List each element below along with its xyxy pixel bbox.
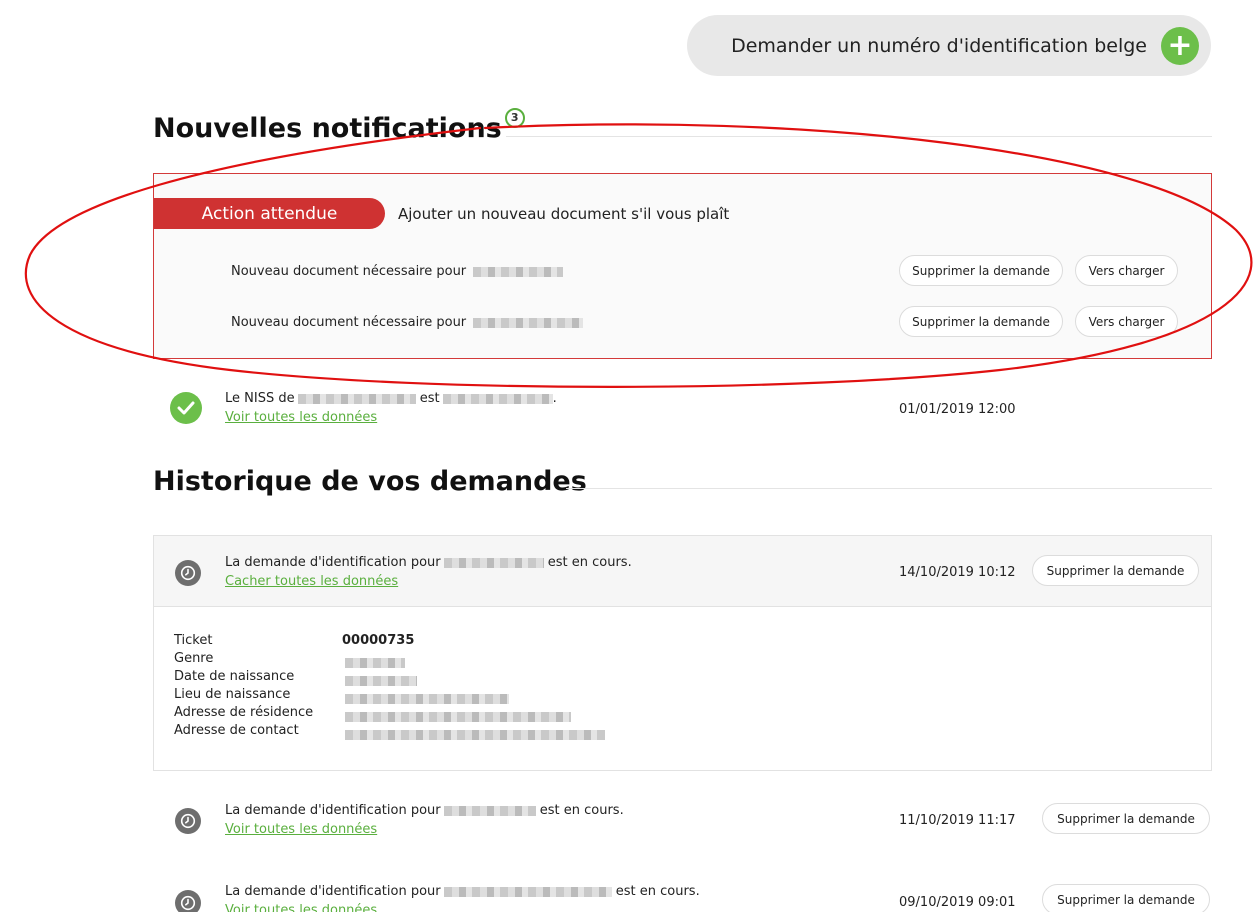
history-item-text: La demande d'identification pour est en … (225, 555, 632, 570)
history-item-suffix: est en cours. (615, 884, 700, 899)
niss-suffix: . (552, 391, 557, 406)
delete-request-button[interactable]: Supprimer la demande (1042, 803, 1210, 834)
clock-icon (175, 890, 201, 912)
upload-button[interactable]: Vers charger (1075, 306, 1178, 337)
delete-request-button[interactable]: Supprimer la demande (1032, 555, 1199, 586)
clock-icon (175, 560, 201, 586)
delete-request-button[interactable]: Supprimer la demande (899, 255, 1063, 286)
notifications-count-badge: 3 (504, 107, 525, 128)
history-item-date: 09/10/2019 09:01 (899, 895, 1016, 910)
redacted-name (443, 557, 544, 568)
clock-icon (175, 808, 201, 834)
redacted-name (443, 886, 612, 897)
view-all-data-link[interactable]: Voir toutes les données (225, 822, 377, 837)
plus-circle-icon: + (1161, 26, 1199, 65)
history-item-prefix: La demande d'identification pour (225, 555, 441, 570)
document-needed-row: Nouveau document nécessaire pour Supprim… (154, 306, 1211, 338)
delete-request-button[interactable]: Supprimer la demande (899, 306, 1063, 337)
ticket-label: Ticket (174, 633, 213, 648)
history-item-suffix: est en cours. (547, 555, 632, 570)
niss-notification-text: Le NISS de est. (225, 391, 557, 406)
document-needed-text: Nouveau document nécessaire pour (231, 264, 564, 279)
redacted-residence (345, 711, 571, 722)
birth-place-value (342, 691, 509, 706)
notifications-title-wrap: Nouvelles notifications 3 (153, 107, 525, 144)
notifications-title: Nouvelles notifications (153, 113, 502, 144)
history-item-text: La demande d'identification pour est en … (225, 803, 624, 818)
history-item-text: La demande d'identification pour est en … (225, 884, 700, 899)
birth-place-label: Lieu de naissance (174, 687, 291, 702)
request-belgian-id-button[interactable]: Demander un numéro d'identification belg… (687, 15, 1211, 76)
upload-button[interactable]: Vers charger (1075, 255, 1178, 286)
contact-label: Adresse de contact (174, 723, 299, 738)
view-all-data-link[interactable]: Voir toutes les données (225, 903, 377, 912)
redacted-name (473, 266, 564, 277)
history-item-suffix: est en cours. (539, 803, 624, 818)
redacted-name (297, 393, 416, 404)
ticket-value: 00000735 (342, 633, 415, 648)
history-item-prefix: La demande d'identification pour (225, 884, 441, 899)
check-circle-icon (170, 392, 202, 424)
document-needed-label: Nouveau document nécessaire pour (231, 315, 467, 330)
redacted-niss (442, 393, 553, 404)
niss-prefix: Le NISS de (225, 391, 295, 406)
history-item-expanded: La demande d'identification pour est en … (153, 535, 1212, 771)
niss-middle: est (419, 391, 440, 406)
redacted-birth-place (345, 693, 509, 704)
redacted-genre (345, 657, 405, 668)
contact-value (342, 727, 605, 742)
hide-all-data-link[interactable]: Cacher toutes les données (225, 574, 398, 589)
history-item-date: 11/10/2019 11:17 (899, 813, 1016, 828)
birth-date-label: Date de naissance (174, 669, 295, 684)
history-item-prefix: La demande d'identification pour (225, 803, 441, 818)
history-item-date: 14/10/2019 10:12 (899, 565, 1016, 580)
genre-value (342, 655, 405, 670)
action-required-text: Ajouter un nouveau document s'il vous pl… (398, 205, 730, 223)
residence-value (342, 709, 571, 724)
history-divider (566, 488, 1212, 489)
history-title-wrap: Historique de vos demandes (153, 466, 587, 497)
redacted-contact (345, 729, 605, 740)
delete-request-button[interactable]: Supprimer la demande (1042, 884, 1210, 912)
notification-date: 01/01/2019 12:00 (899, 402, 1016, 417)
redacted-name (443, 805, 536, 816)
redacted-birth-date (345, 675, 417, 686)
history-item-header: La demande d'identification pour est en … (154, 536, 1211, 607)
genre-label: Genre (174, 651, 214, 666)
action-required-tag: Action attendue (154, 198, 385, 229)
document-needed-row: Nouveau document nécessaire pour Supprim… (154, 255, 1211, 287)
view-all-data-link[interactable]: Voir toutes les données (225, 410, 377, 425)
pending-action-box: Action attendue Ajouter un nouveau docum… (153, 173, 1212, 359)
document-needed-text: Nouveau document nécessaire pour (231, 315, 584, 330)
document-needed-label: Nouveau document nécessaire pour (231, 264, 467, 279)
residence-label: Adresse de résidence (174, 705, 314, 720)
request-button-label: Demander un numéro d'identification belg… (731, 34, 1147, 57)
history-title: Historique de vos demandes (153, 466, 587, 497)
notifications-divider (506, 136, 1212, 137)
birth-date-value (342, 673, 417, 688)
redacted-name (473, 317, 584, 328)
